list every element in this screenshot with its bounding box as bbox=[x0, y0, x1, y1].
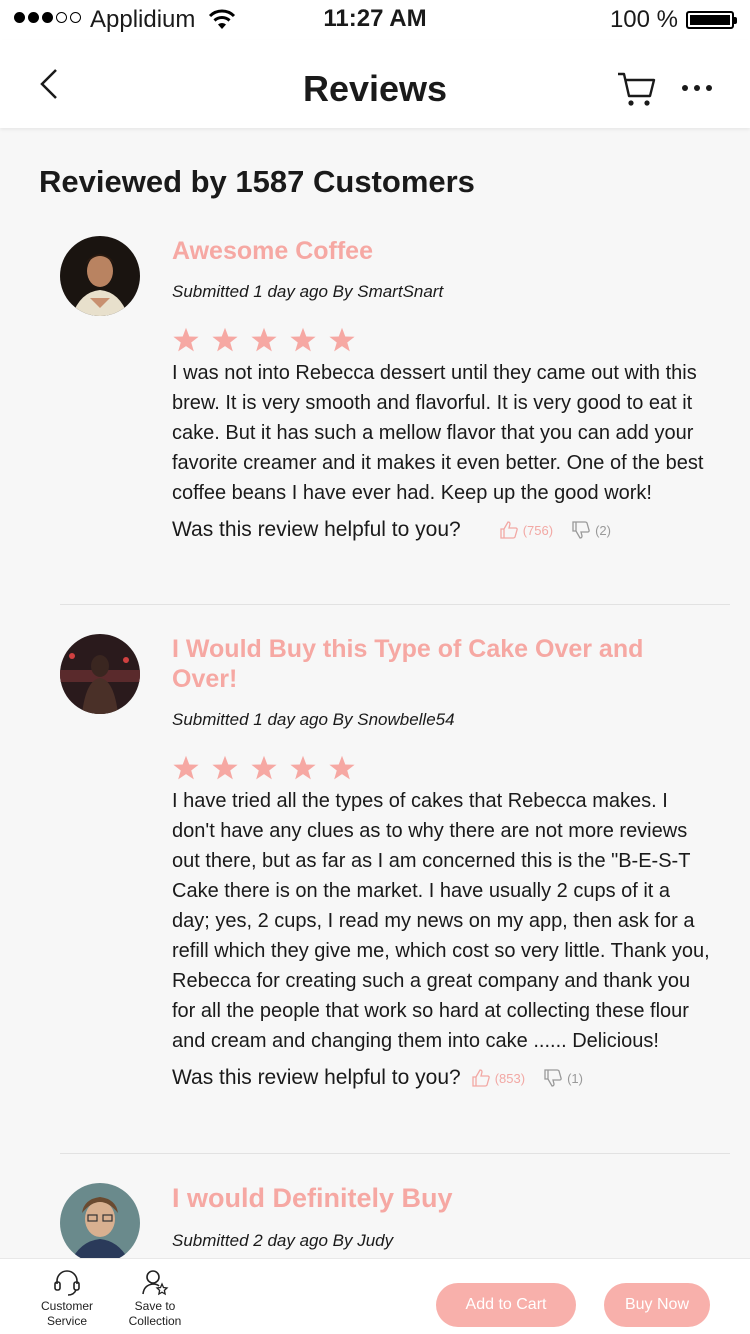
star-rating bbox=[172, 754, 712, 782]
thumbs-up-icon bbox=[500, 521, 518, 539]
customer-service-button[interactable]: Customer Service bbox=[27, 1267, 107, 1329]
review-title: I Would Buy this Type of Cake Over and O… bbox=[172, 635, 644, 693]
review-text: I have tried all the types of cakes that… bbox=[172, 790, 710, 1052]
cart-icon[interactable] bbox=[614, 68, 658, 108]
star-icon bbox=[251, 327, 277, 352]
review-meta: Submitted 2 day ago By Judy bbox=[172, 1231, 394, 1250]
thumbs-up-icon bbox=[472, 1069, 490, 1087]
helpful-prompt: Was this review helpful to you? bbox=[172, 1066, 461, 1089]
star-icon bbox=[329, 327, 355, 352]
navigation-bar: Reviews bbox=[0, 40, 750, 128]
avatar bbox=[60, 1183, 140, 1263]
headset-icon bbox=[54, 1270, 80, 1296]
user-star-icon bbox=[142, 1270, 169, 1296]
review-title: I would Definitely Buy bbox=[172, 1183, 453, 1213]
status-bar: Applidium 11:27 AM 100 % bbox=[0, 0, 750, 40]
avatar bbox=[60, 236, 140, 316]
more-icon[interactable] bbox=[680, 78, 714, 98]
like-button[interactable]: (853) bbox=[471, 1068, 525, 1088]
like-button[interactable]: (756) bbox=[499, 520, 553, 540]
add-to-cart-button[interactable]: Add to Cart bbox=[436, 1283, 576, 1327]
review-meta: Submitted 1 day ago By SmartSnart bbox=[172, 282, 444, 301]
star-icon bbox=[212, 755, 238, 780]
customer-service-label: Customer Service bbox=[40, 1299, 93, 1328]
dislike-count: (2) bbox=[595, 522, 611, 538]
star-icon bbox=[173, 327, 199, 352]
thumbs-down-icon bbox=[544, 1069, 562, 1087]
helpful-prompt: Was this review helpful to you? bbox=[172, 518, 461, 541]
star-icon bbox=[251, 755, 277, 780]
review-text: I was not into Rebecca dessert until the… bbox=[172, 362, 704, 504]
buy-now-button[interactable]: Buy Now bbox=[604, 1283, 710, 1327]
star-icon bbox=[212, 327, 238, 352]
dislike-button[interactable]: (1) bbox=[543, 1068, 583, 1088]
save-to-collection-label: Save to Collection bbox=[128, 1299, 182, 1328]
like-count: (853) bbox=[494, 1070, 526, 1086]
star-rating bbox=[172, 326, 712, 354]
review-meta: Submitted 1 day ago By Snowbelle54 bbox=[172, 710, 455, 729]
save-to-collection-button[interactable]: Save to Collection bbox=[115, 1267, 195, 1329]
divider bbox=[60, 604, 730, 605]
thumbs-down-icon bbox=[572, 521, 590, 539]
reviews-count-heading: Reviewed by 1587 Customers bbox=[39, 164, 475, 199]
helpful-row: Was this review helpful to you? (756) (2… bbox=[172, 518, 712, 542]
star-icon bbox=[329, 755, 355, 780]
star-icon bbox=[173, 755, 199, 780]
review-title: Awesome Coffee bbox=[172, 237, 373, 265]
like-count: (756) bbox=[522, 522, 554, 538]
star-icon bbox=[290, 755, 316, 780]
avatar bbox=[60, 634, 140, 714]
divider bbox=[60, 1153, 730, 1154]
dislike-count: (1) bbox=[567, 1070, 583, 1086]
battery-icon bbox=[686, 11, 737, 29]
battery-percentage: 100 % bbox=[609, 6, 678, 33]
star-icon bbox=[290, 327, 316, 352]
dislike-button[interactable]: (2) bbox=[571, 520, 611, 540]
helpful-row: Was this review helpful to you? (853) (1… bbox=[172, 1066, 712, 1090]
bottom-action-bar: Customer Service Save to Collection Add … bbox=[0, 1258, 750, 1334]
